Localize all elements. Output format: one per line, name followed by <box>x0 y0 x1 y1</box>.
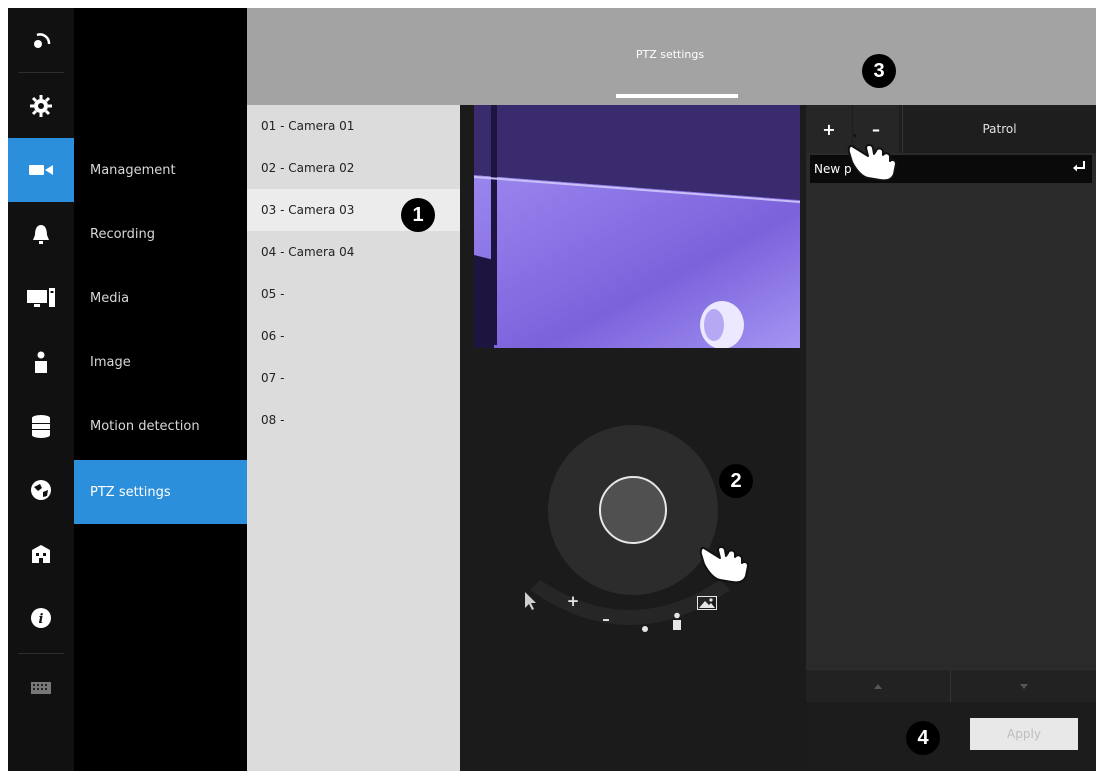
callout-badge-1: 1 <box>401 198 435 232</box>
patrol-title: Patrol <box>902 105 1096 153</box>
rail-system[interactable] <box>8 266 74 330</box>
icon-rail: i <box>8 8 74 771</box>
callout-badge-4: 4 <box>906 721 940 755</box>
camera-label: 07 - <box>261 371 285 385</box>
dot-icon <box>642 626 648 632</box>
subnav-item-label: Image <box>90 354 131 370</box>
subnav-item-motion-detection[interactable]: Motion detection <box>74 394 247 458</box>
person-icon <box>673 612 681 630</box>
pointing-hand-icon <box>847 134 897 182</box>
subnav-item-media[interactable]: Media <box>74 266 247 330</box>
camera-label: 08 - <box>261 413 285 427</box>
info-icon: i <box>31 608 51 628</box>
logo-button[interactable] <box>8 10 74 74</box>
gear-icon <box>30 95 52 117</box>
subnav-item-image[interactable]: Image <box>74 330 247 394</box>
home-position-button[interactable] <box>634 618 656 640</box>
apply-button[interactable]: Apply <box>970 718 1078 750</box>
person-tracking-button[interactable] <box>666 610 688 632</box>
camera-list-item[interactable]: 07 - <box>247 357 460 399</box>
patrol-footer <box>806 669 1096 702</box>
plus-icon: + <box>822 119 836 139</box>
cursor-arrow-icon <box>525 592 536 610</box>
network-globe-icon <box>31 480 51 500</box>
storage-icon <box>32 415 50 438</box>
svg-text:i: i <box>39 612 44 627</box>
zoom-in-button[interactable]: + <box>562 590 584 612</box>
callout-badge-2: 2 <box>719 464 753 498</box>
computer-icon <box>27 288 55 307</box>
rail-storage[interactable] <box>8 394 74 458</box>
page-header: PTZ settings <box>247 8 1096 105</box>
ptz-control-panel: + – <box>460 105 806 771</box>
camera-list-item[interactable]: 08 - <box>247 399 460 441</box>
subnav-item-label: PTZ settings <box>90 484 171 500</box>
camera-list-item[interactable]: 06 - <box>247 315 460 357</box>
rail-user[interactable] <box>8 330 74 394</box>
camera-icon <box>29 165 53 175</box>
subnav-item-management[interactable]: Management <box>74 138 247 202</box>
camera-label: 04 - Camera 04 <box>261 245 355 259</box>
subnav-item-recording[interactable]: Recording <box>74 202 247 266</box>
plus-icon: + <box>566 592 580 610</box>
building-icon <box>32 545 50 563</box>
enter-key-icon[interactable] <box>1072 160 1086 174</box>
person-icon <box>35 351 47 373</box>
camera-label: 06 - <box>261 329 285 343</box>
move-down-button[interactable] <box>952 670 1096 702</box>
subnav-item-label: Management <box>90 162 176 178</box>
ptz-joystick-handle[interactable] <box>599 476 667 544</box>
camera-label: 02 - Camera 02 <box>261 161 355 175</box>
patrol-panel: + – Patrol <box>806 105 1096 702</box>
settings-subnav: Management Recording Media Image Motion … <box>74 8 247 771</box>
logo-icon <box>34 33 51 48</box>
camera-label: 03 - Camera 03 <box>261 203 355 217</box>
camera-preview[interactable] <box>474 105 800 348</box>
pointer-tool-button[interactable] <box>520 590 542 612</box>
rail-settings[interactable] <box>8 74 74 138</box>
camera-list-item[interactable]: 02 - Camera 02 <box>247 147 460 189</box>
subnav-item-label: Recording <box>90 226 156 242</box>
camera-list-item[interactable]: 04 - Camera 04 <box>247 231 460 273</box>
subnav-item-ptz-settings[interactable]: PTZ settings <box>74 460 247 524</box>
subnav-item-label: Motion detection <box>90 418 200 434</box>
rail-camera[interactable] <box>8 138 74 202</box>
camera-label: 05 - <box>261 287 285 301</box>
rail-network[interactable] <box>8 458 74 522</box>
zoom-out-button[interactable]: – <box>595 608 617 630</box>
chevron-up-icon <box>874 683 882 689</box>
snapshot-button[interactable] <box>696 592 718 614</box>
image-icon <box>697 596 717 610</box>
app-frame: i Management Recording Media Image Motio… <box>8 8 1096 771</box>
camera-list-item[interactable]: 01 - Camera 01 <box>247 105 460 147</box>
callout-badge-3: 3 <box>862 54 896 88</box>
keyboard-icon <box>31 682 51 694</box>
rail-keyboard[interactable] <box>8 656 74 720</box>
rail-building[interactable] <box>8 522 74 586</box>
rail-alarm[interactable] <box>8 202 74 266</box>
subnav-item-label: Media <box>90 290 130 306</box>
tab-indicator <box>616 94 738 98</box>
minus-icon: – <box>602 610 610 628</box>
camera-label: 01 - Camera 01 <box>261 119 355 133</box>
live-video-image <box>474 105 800 348</box>
pointing-hand-icon <box>699 546 749 584</box>
camera-list-item[interactable]: 05 - <box>247 273 460 315</box>
move-up-button[interactable] <box>806 670 951 702</box>
chevron-down-icon <box>1020 683 1028 689</box>
page-title: PTZ settings <box>635 48 705 61</box>
alarm-bell-icon <box>33 225 49 244</box>
rail-info[interactable]: i <box>8 586 74 650</box>
